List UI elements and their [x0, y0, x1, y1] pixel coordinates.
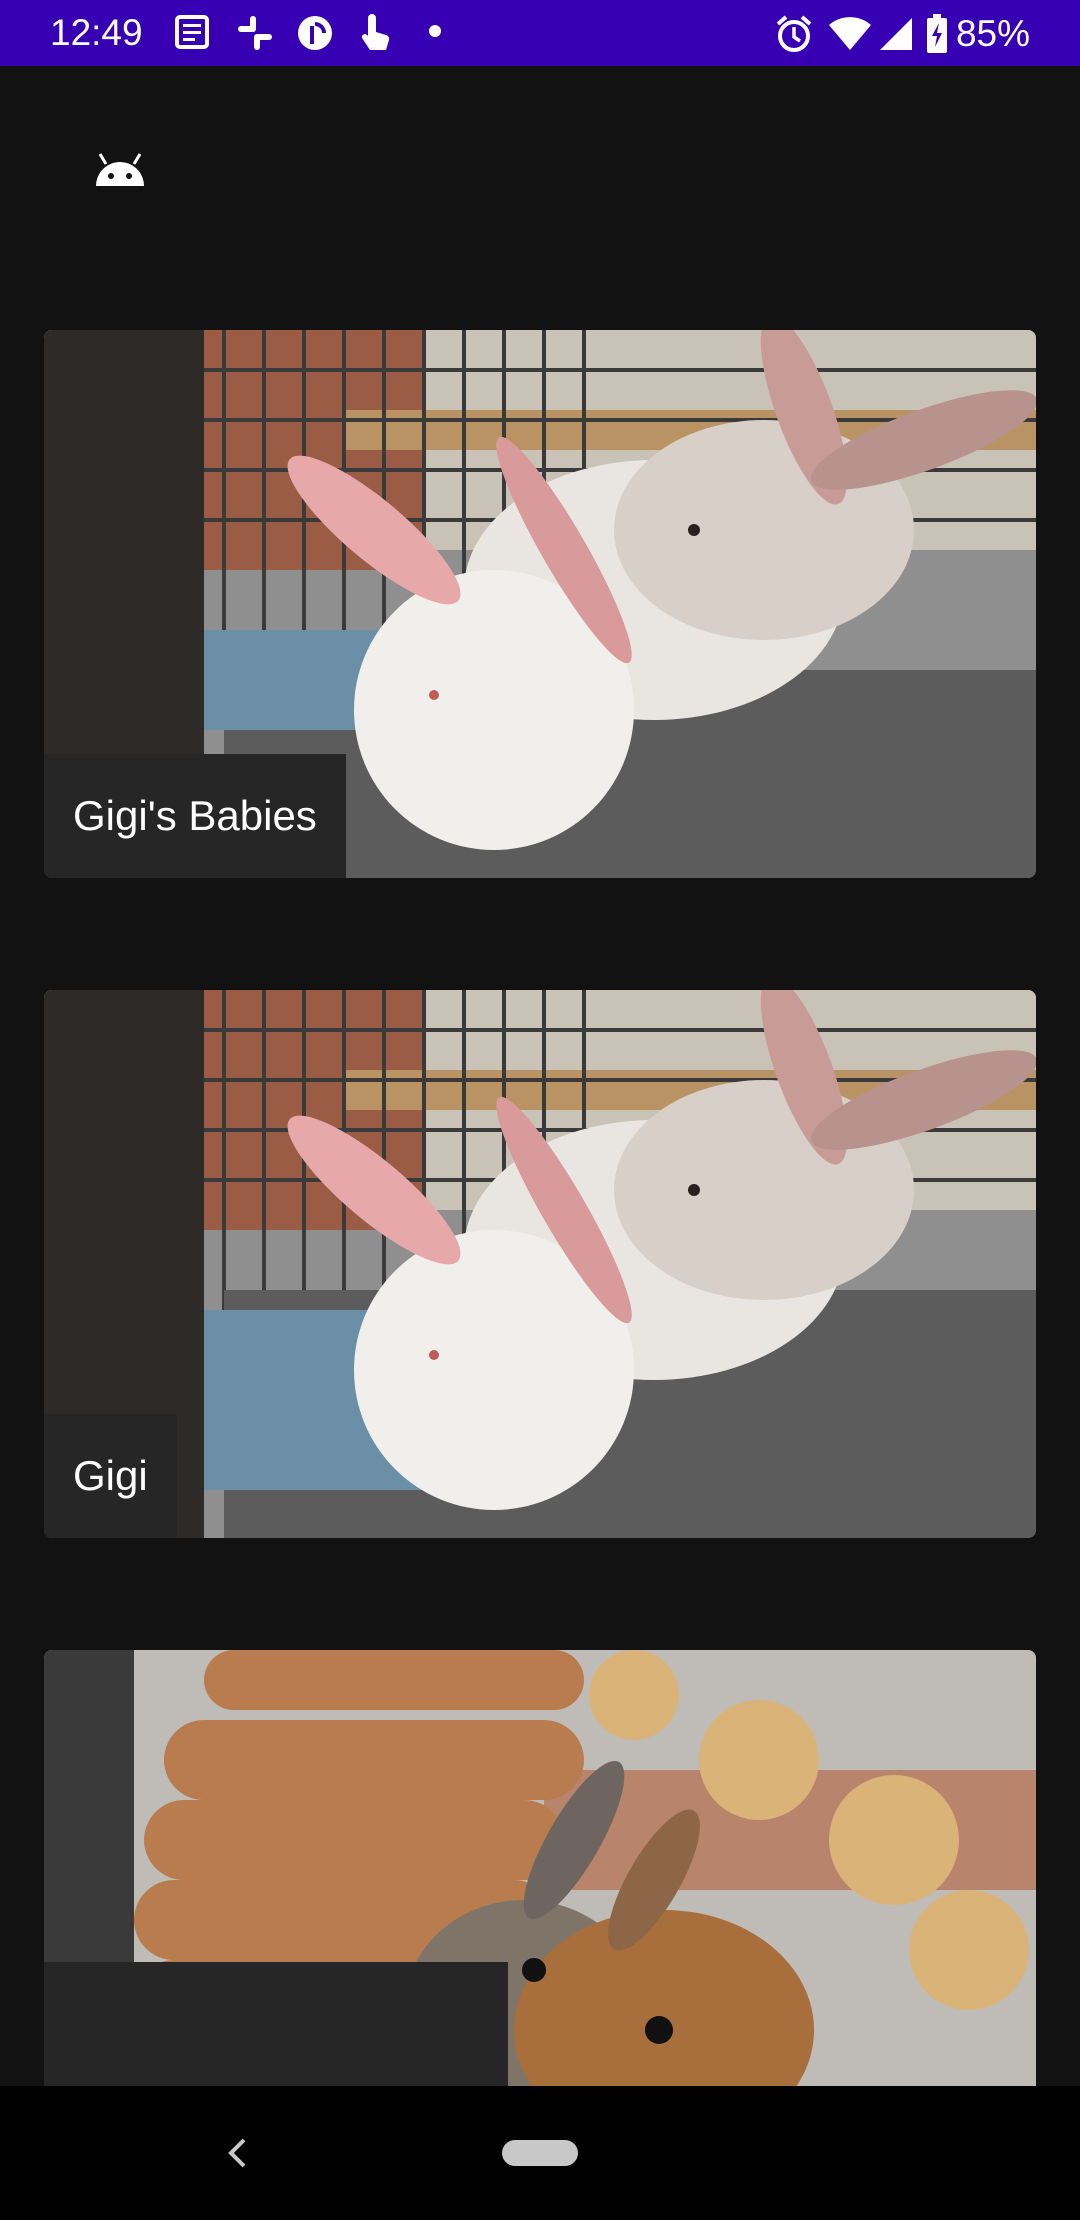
- photo-card[interactable]: Gigi: [44, 990, 1036, 1538]
- touch-icon: [361, 14, 390, 50]
- home-pill-icon[interactable]: [502, 2140, 578, 2166]
- navigation-bar: [0, 2086, 1080, 2220]
- signal-icon: [879, 18, 912, 50]
- photo-card[interactable]: [44, 1650, 1036, 2086]
- chevron-left-icon[interactable]: [226, 2138, 248, 2168]
- battery-percent: 85%: [955, 13, 1030, 54]
- pocket-casts-icon: [298, 16, 332, 50]
- android-icon: [96, 153, 144, 186]
- alarm-icon: [776, 15, 812, 52]
- photo-card[interactable]: Gigi's Babies: [44, 330, 1036, 878]
- card-title: Gigi: [44, 1414, 177, 1538]
- wifi-icon: [828, 17, 871, 50]
- news-icon: [175, 15, 209, 49]
- status-time: 12:49: [50, 12, 143, 53]
- dot-icon: [429, 25, 441, 37]
- card-title: [44, 1962, 508, 2086]
- card-title: Gigi's Babies: [44, 754, 346, 878]
- rabbits-photo: [44, 990, 1036, 1538]
- status-bar: 12:49 85%: [0, 0, 1080, 66]
- slack-icon: [238, 16, 272, 50]
- battery-charging-icon: [926, 14, 947, 53]
